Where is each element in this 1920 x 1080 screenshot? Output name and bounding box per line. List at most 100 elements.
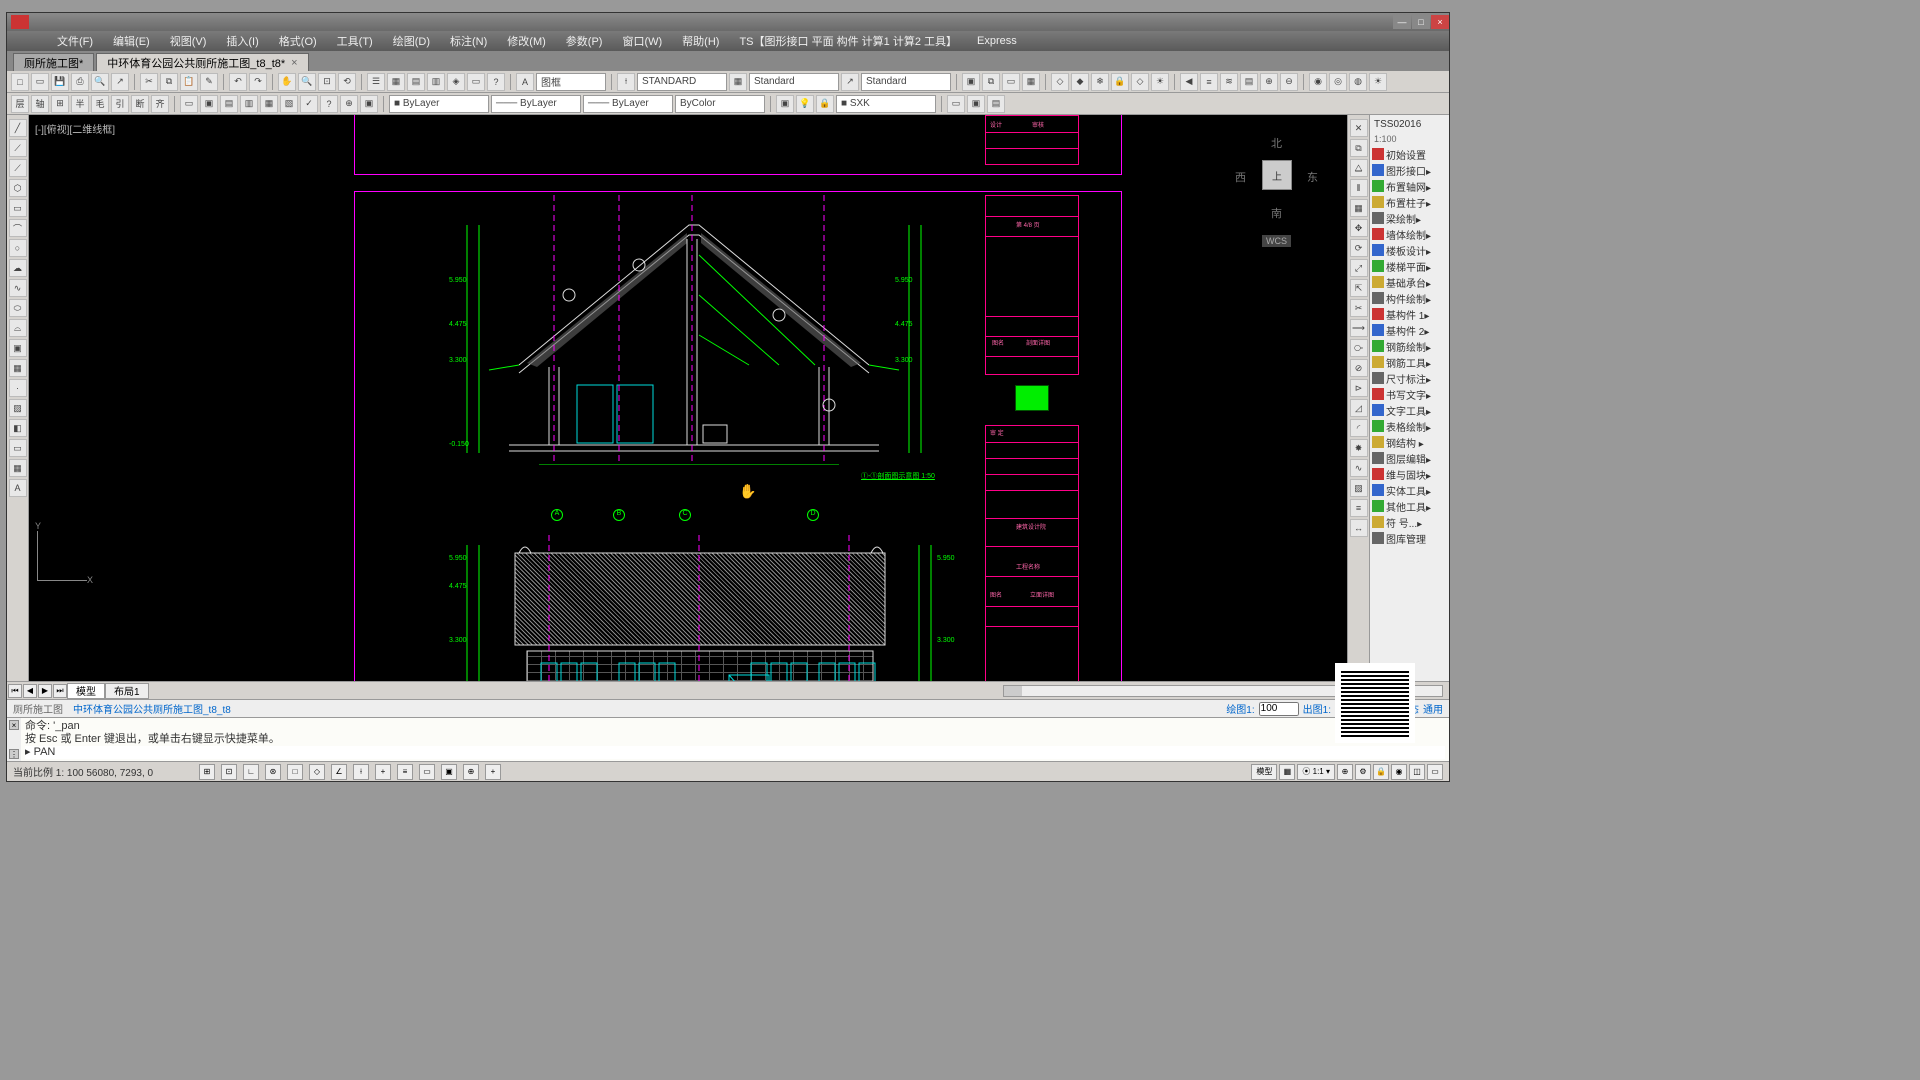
tab-prev-icon[interactable]: ◀ xyxy=(23,684,37,698)
tssd-item[interactable]: 基构件 2▸ xyxy=(1372,322,1447,338)
fillet-icon[interactable]: ◜ xyxy=(1350,419,1368,437)
menu-file[interactable]: 文件(F) xyxy=(47,33,103,49)
lengthen-icon[interactable]: ↔ xyxy=(1350,519,1368,537)
ts-align-icon[interactable]: 齐 xyxy=(151,95,169,113)
grid-toggle[interactable]: ⊡ xyxy=(221,764,237,780)
ts-tool3-icon[interactable]: ▤ xyxy=(220,95,238,113)
mleader-style-dropdown[interactable]: Standard xyxy=(861,73,951,91)
menu-modify[interactable]: 修改(M) xyxy=(497,33,556,49)
publish-icon[interactable]: ↗ xyxy=(111,73,129,91)
mleader-style-icon[interactable]: ↗ xyxy=(841,73,859,91)
layer-thaw-icon[interactable]: ☀ xyxy=(1151,73,1169,91)
text-style-dropdown[interactable]: 图框 xyxy=(536,73,606,91)
visual-icon[interactable]: ◎ xyxy=(1329,73,1347,91)
tpy-toggle[interactable]: ▭ xyxy=(419,764,435,780)
ts-axis-icon[interactable]: 轴 xyxy=(31,95,49,113)
ts-wall-icon[interactable]: 毛 xyxy=(91,95,109,113)
erase-icon[interactable]: ✕ xyxy=(1350,119,1368,137)
menu-tools[interactable]: 工具(T) xyxy=(327,33,383,49)
tssd-item[interactable]: 维与固块▸ xyxy=(1372,466,1447,482)
paste-icon[interactable]: 📋 xyxy=(180,73,198,91)
table-style-dropdown[interactable]: Standard xyxy=(749,73,839,91)
preview-icon[interactable]: 🔍 xyxy=(91,73,109,91)
explode-icon[interactable]: ✸ xyxy=(1350,439,1368,457)
gradient-icon[interactable]: ◧ xyxy=(9,419,27,437)
doc-tab-2-close[interactable]: × xyxy=(291,57,297,69)
menu-draw[interactable]: 绘图(D) xyxy=(383,33,440,49)
break-pt-icon[interactable]: ⧂ xyxy=(1350,339,1368,357)
ts-tool9-icon[interactable]: ⊕ xyxy=(340,95,358,113)
material-icon[interactable]: ◍ xyxy=(1349,73,1367,91)
cut-icon[interactable]: ✂ xyxy=(140,73,158,91)
layer-dropdown[interactable]: ■ ByLayer xyxy=(389,95,489,113)
am-toggle[interactable]: + xyxy=(485,764,501,780)
ellipse-arc-icon[interactable]: ⌓ xyxy=(9,319,27,337)
zoom-window-icon[interactable]: ⊡ xyxy=(318,73,336,91)
tssd-item[interactable]: 表格绘制▸ xyxy=(1372,418,1447,434)
ts-tool2-icon[interactable]: ▣ xyxy=(200,95,218,113)
tssd-item[interactable]: 钢筋工具▸ xyxy=(1372,354,1447,370)
tssd-item[interactable]: 基础承台▸ xyxy=(1372,274,1447,290)
mirror-icon[interactable]: ⧋ xyxy=(1350,159,1368,177)
tssd-item[interactable]: 楼板设计▸ xyxy=(1372,242,1447,258)
props-icon[interactable]: ☰ xyxy=(367,73,385,91)
tssd-item[interactable]: 图层编辑▸ xyxy=(1372,450,1447,466)
viewcube-south[interactable]: 南 xyxy=(1271,205,1282,221)
line-icon[interactable]: ╱ xyxy=(9,119,27,137)
rotate-icon[interactable]: ⟳ xyxy=(1350,239,1368,257)
ts-pillar-icon[interactable]: ⊞ xyxy=(51,95,69,113)
table-style-icon[interactable]: ▦ xyxy=(729,73,747,91)
insert-icon[interactable]: ▣ xyxy=(9,339,27,357)
grid-display-icon[interactable]: ▦ xyxy=(1279,764,1295,780)
dyn-toggle[interactable]: + xyxy=(375,764,391,780)
tssd-item[interactable]: 图库管理 xyxy=(1372,530,1447,546)
new-icon[interactable]: □ xyxy=(11,73,29,91)
match-icon[interactable]: ✎ xyxy=(200,73,218,91)
arc-icon[interactable]: ⌒ xyxy=(9,219,27,237)
ts-layer-icon[interactable]: 层 xyxy=(11,95,29,113)
tssd-item[interactable]: 墙体绘制▸ xyxy=(1372,226,1447,242)
tssd-item[interactable]: 楼梯平面▸ xyxy=(1372,258,1447,274)
drawing-canvas[interactable]: [-][俯视][二维线框] 设计审核 第 4/8 页图名剖面详图 审 定建筑设计… xyxy=(29,115,1347,681)
layer-off-icon[interactable]: ◆ xyxy=(1071,73,1089,91)
ts-break-icon[interactable]: 断 xyxy=(131,95,149,113)
ellipse-icon[interactable]: ⬭ xyxy=(9,299,27,317)
zoom-prev-icon[interactable]: ⟲ xyxy=(338,73,356,91)
layer-iso-icon[interactable]: ◇ xyxy=(1051,73,1069,91)
ducs-toggle[interactable]: ⟊ xyxy=(353,764,369,780)
region-icon[interactable]: ▭ xyxy=(9,439,27,457)
ts-tool4-icon[interactable]: ▥ xyxy=(240,95,258,113)
polar-toggle[interactable]: ⊛ xyxy=(265,764,281,780)
layer-match-icon[interactable]: ≋ xyxy=(1220,73,1238,91)
markup-icon[interactable]: ◈ xyxy=(447,73,465,91)
3dosnap-toggle[interactable]: ◇ xyxy=(309,764,325,780)
trim-icon[interactable]: ✂ xyxy=(1350,299,1368,317)
cmd-handle-icon[interactable]: ⋮ xyxy=(9,749,19,759)
ortho-toggle[interactable]: ∟ xyxy=(243,764,259,780)
hardware-accel-icon[interactable]: ◉ xyxy=(1391,764,1407,780)
image-icon[interactable]: ▭ xyxy=(1002,73,1020,91)
block-icon[interactable]: ▦ xyxy=(9,359,27,377)
linetype-dropdown[interactable]: ─── ByLayer xyxy=(491,95,581,113)
layer-merge-icon[interactable]: ⊕ xyxy=(1260,73,1278,91)
viewcube-east[interactable]: 东 xyxy=(1307,169,1318,185)
snap-toggle[interactable]: ⊞ xyxy=(199,764,215,780)
tssd-item[interactable]: 符 号...▸ xyxy=(1372,514,1447,530)
tssd-item[interactable]: 布置轴网▸ xyxy=(1372,178,1447,194)
menu-edit[interactable]: 编辑(E) xyxy=(103,33,160,49)
xref-label-1[interactable]: 厕所施工图 xyxy=(13,701,63,716)
move-icon[interactable]: ✥ xyxy=(1350,219,1368,237)
text-style-icon[interactable]: A xyxy=(516,73,534,91)
xref-icon[interactable]: ⧉ xyxy=(982,73,1000,91)
xref-label-2[interactable]: 中环体育公园公共厕所施工图_t8_t8 xyxy=(73,701,231,716)
spline-icon[interactable]: ∿ xyxy=(9,279,27,297)
doc-tab-2[interactable]: 中环体育公园公共厕所施工图_t8_t8*× xyxy=(96,53,308,71)
point-icon[interactable]: · xyxy=(9,379,27,397)
tssd-item[interactable]: 钢筋绘制▸ xyxy=(1372,338,1447,354)
copy-obj-icon[interactable]: ⧉ xyxy=(1350,139,1368,157)
save-icon[interactable]: 💾 xyxy=(51,73,69,91)
view-cube[interactable]: 北 南 西 东 上 WCS xyxy=(1227,125,1327,225)
light-bulb-icon[interactable]: 💡 xyxy=(796,95,814,113)
tssd-item[interactable]: 文字工具▸ xyxy=(1372,402,1447,418)
clean-screen-icon[interactable]: ▭ xyxy=(1427,764,1443,780)
